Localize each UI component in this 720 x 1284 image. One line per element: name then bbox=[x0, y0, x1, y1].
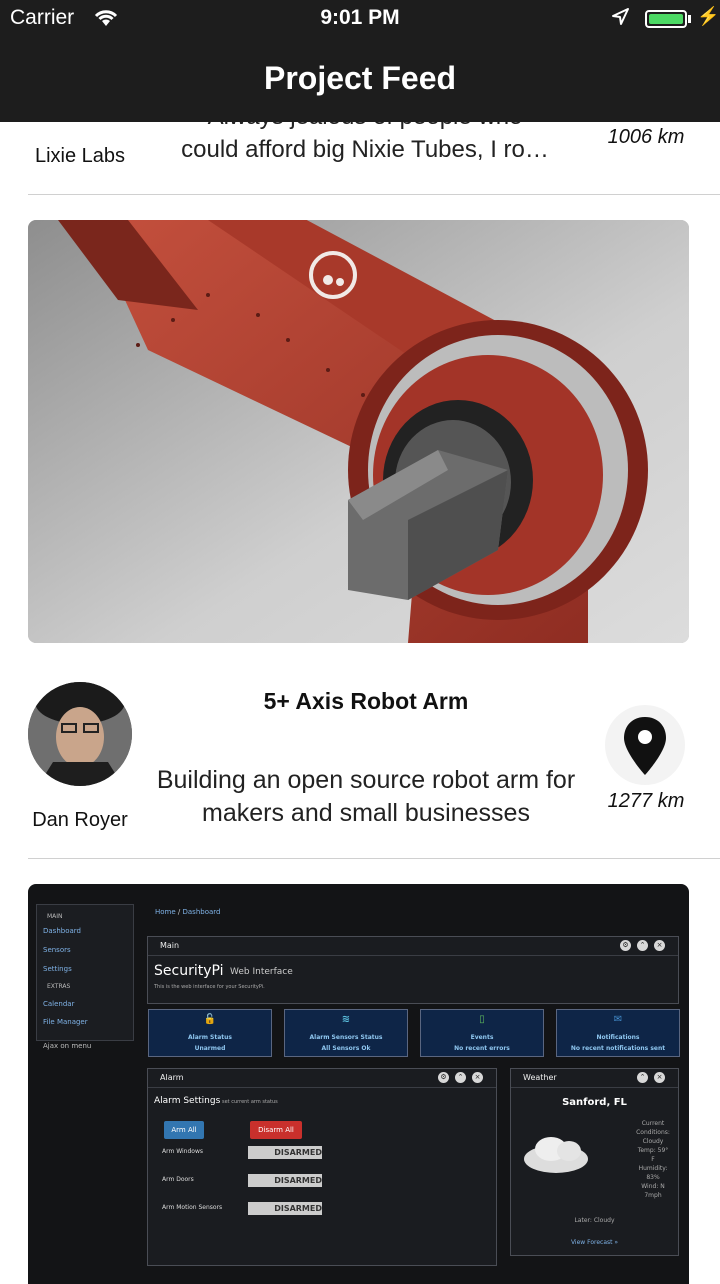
weather-panel-title: Weather bbox=[523, 1073, 557, 1082]
card-value: Unarmed bbox=[194, 1045, 226, 1052]
weather-line: Conditions: bbox=[636, 1129, 670, 1136]
sidebar: MAIN Dashboard Sensors Settings EXTRAS C… bbox=[36, 904, 134, 1050]
breadcrumb-separator: / bbox=[177, 908, 181, 916]
weather-line: 83% bbox=[646, 1174, 660, 1181]
collapse-icon[interactable]: ⌃ bbox=[637, 940, 648, 951]
sidebar-item-dashboard[interactable]: Dashboard bbox=[43, 927, 81, 935]
weather-panel: Weather ⌃ × Sanford, FL Current Condition… bbox=[510, 1068, 679, 1256]
breadcrumb-home[interactable]: Home bbox=[155, 908, 176, 916]
document-icon: ▯ bbox=[479, 1014, 485, 1025]
weather-later: Later: Cloudy bbox=[574, 1217, 615, 1224]
previous-item-author: Lixie Labs bbox=[34, 145, 126, 167]
card-title: Alarm Status bbox=[188, 1034, 232, 1041]
charging-icon: ⚡ bbox=[697, 6, 720, 26]
sidebar-item-calendar[interactable]: Calendar bbox=[43, 1000, 74, 1008]
card-value: No recent notifications sent bbox=[570, 1045, 666, 1052]
status-card-alarm[interactable]: 🔓 Alarm Status Unarmed bbox=[148, 1009, 272, 1057]
sidebar-item-settings[interactable]: Settings bbox=[43, 965, 72, 973]
main-panel-header: Main ⚙ ⌃ × bbox=[148, 937, 678, 956]
weather-conditions: Current Conditions: Cloudy Temp: 59° F Humidi… bbox=[631, 1119, 675, 1200]
breadcrumb-dashboard[interactable]: Dashboard bbox=[183, 908, 221, 916]
weather-line: F bbox=[651, 1156, 655, 1163]
card-value: All Sensors Ok bbox=[321, 1045, 371, 1052]
battery-tip bbox=[688, 15, 691, 23]
alarm-panel-header: Alarm ⚙ ⌃ × bbox=[148, 1069, 496, 1088]
main-panel-title: Main bbox=[160, 941, 180, 950]
arm-doors-toggle[interactable]: DISARMED bbox=[248, 1174, 322, 1187]
close-icon[interactable]: × bbox=[654, 1072, 665, 1083]
securitypi-screenshot-image[interactable]: MAIN Dashboard Sensors Settings EXTRAS C… bbox=[28, 884, 689, 1284]
card-value: No recent errors bbox=[454, 1045, 510, 1052]
arm-motion-toggle[interactable]: DISARMED bbox=[248, 1202, 322, 1215]
weather-line: Temp: 59° bbox=[637, 1147, 669, 1154]
close-icon[interactable]: × bbox=[472, 1072, 483, 1083]
card-title: Events bbox=[470, 1034, 494, 1041]
status-card-notifications[interactable]: ✉ Notifications No recent notifications … bbox=[556, 1009, 680, 1057]
location-arrow-icon bbox=[610, 6, 630, 34]
ajax-menu-checkbox[interactable]: Ajax on menu bbox=[43, 1042, 91, 1050]
top-bar: Carrier 9:01 PM ⚡ Project Feed bbox=[0, 0, 720, 122]
project-description: Building an open source robot arm for ma… bbox=[156, 766, 576, 827]
app-subtitle: Web Interface bbox=[230, 967, 293, 977]
status-card-sensors[interactable]: ≋ Alarm Sensors Status All Sensors Ok bbox=[284, 1009, 408, 1057]
sidebar-item-sensors[interactable]: Sensors bbox=[43, 946, 71, 954]
map-pin-icon[interactable] bbox=[605, 705, 685, 785]
weather-line: 7mph bbox=[644, 1192, 662, 1199]
weather-line: Cloudy bbox=[642, 1138, 664, 1145]
author-name[interactable]: Dan Royer bbox=[18, 809, 142, 832]
previous-item-description-line: could afford big Nixie Tubes, I ro… bbox=[181, 136, 549, 163]
feed-divider bbox=[28, 858, 720, 859]
settings-icon[interactable]: ⚙ bbox=[438, 1072, 449, 1083]
arm-windows-toggle[interactable]: DISARMED bbox=[248, 1146, 322, 1159]
robot-arm-image[interactable] bbox=[28, 220, 689, 643]
sidebar-heading-extras: EXTRAS bbox=[47, 983, 71, 990]
battery-icon bbox=[645, 10, 687, 28]
envelope-icon: ✉ bbox=[613, 1014, 623, 1025]
alarm-settings-label: Alarm Settings bbox=[154, 1096, 221, 1106]
alarm-panel-title: Alarm bbox=[160, 1073, 184, 1082]
alarm-panel: Alarm ⚙ ⌃ × Alarm Settings set current a… bbox=[147, 1068, 497, 1266]
toggle-label: Arm Windows bbox=[162, 1148, 204, 1155]
cloud-icon bbox=[524, 1137, 588, 1173]
collapse-icon[interactable]: ⌃ bbox=[455, 1072, 466, 1083]
weather-city: Sanford, FL bbox=[562, 1097, 627, 1108]
weather-panel-header: Weather ⌃ × bbox=[511, 1069, 678, 1088]
rss-icon: ≋ bbox=[341, 1014, 351, 1025]
close-icon[interactable]: × bbox=[654, 940, 665, 951]
previous-item-distance: 1006 km bbox=[607, 126, 685, 148]
view-forecast-link[interactable]: View Forecast » bbox=[511, 1239, 678, 1246]
card-title: Notifications bbox=[596, 1034, 640, 1041]
main-panel: Main ⚙ ⌃ × SecurityPi Web Interface This… bbox=[147, 936, 679, 1004]
lock-icon: 🔓 bbox=[203, 1014, 217, 1025]
status-bar: Carrier 9:01 PM ⚡ bbox=[0, 0, 720, 40]
disarm-all-button[interactable]: Disarm All bbox=[250, 1121, 302, 1139]
weather-line: Humidity: bbox=[638, 1165, 668, 1172]
weather-line: Wind: N bbox=[641, 1183, 665, 1190]
app-caption: This is the web interface for your Secur… bbox=[154, 984, 265, 990]
project-title[interactable]: 5+ Axis Robot Arm bbox=[150, 688, 582, 715]
settings-icon[interactable]: ⚙ bbox=[620, 940, 631, 951]
app-name: SecurityPi bbox=[154, 963, 224, 979]
sidebar-item-file-manager[interactable]: File Manager bbox=[43, 1018, 88, 1026]
alarm-settings-hint: set current arm status bbox=[222, 1099, 278, 1105]
weather-line: Current bbox=[641, 1120, 665, 1127]
arm-all-button[interactable]: Arm All bbox=[164, 1121, 204, 1139]
collapse-icon[interactable]: ⌃ bbox=[637, 1072, 648, 1083]
avatar[interactable] bbox=[28, 682, 132, 786]
card-title: Alarm Sensors Status bbox=[309, 1034, 383, 1041]
feed-divider bbox=[28, 194, 720, 195]
breadcrumb: Home / Dashboard bbox=[155, 908, 220, 916]
toggle-label: Arm Motion Sensors bbox=[162, 1204, 223, 1211]
sidebar-heading-main: MAIN bbox=[47, 913, 63, 920]
page-title: Project Feed bbox=[263, 60, 457, 96]
project-distance: 1277 km bbox=[607, 790, 685, 812]
status-card-events[interactable]: ▯ Events No recent errors bbox=[420, 1009, 544, 1057]
toggle-label: Arm Doors bbox=[162, 1176, 194, 1183]
